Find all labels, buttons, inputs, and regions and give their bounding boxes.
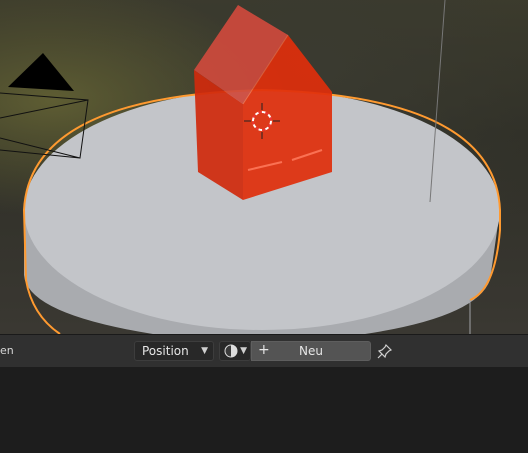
mapping-dropdown-value: Position [142,344,189,358]
plus-icon: + [258,342,270,358]
house-object [194,5,332,200]
shading-dropdown[interactable]: ▼ [219,341,251,361]
new-button[interactable]: + Neu [251,341,371,361]
pin-icon[interactable] [377,343,393,359]
chevron-down-icon: ▼ [201,346,208,356]
shading-sphere-icon [224,344,238,358]
mapping-dropdown[interactable]: Position ▼ [134,341,214,361]
camera-triangle [8,53,74,91]
new-button-label: Neu [299,344,323,358]
chevron-down-icon: ▼ [240,346,247,356]
viewport-scene [0,0,501,334]
truncated-label: en [0,344,14,357]
3d-viewport[interactable] [0,0,528,334]
node-editor-header: en Position ▼ ▼ + Neu [0,334,528,367]
node-editor-canvas[interactable] [0,367,528,453]
